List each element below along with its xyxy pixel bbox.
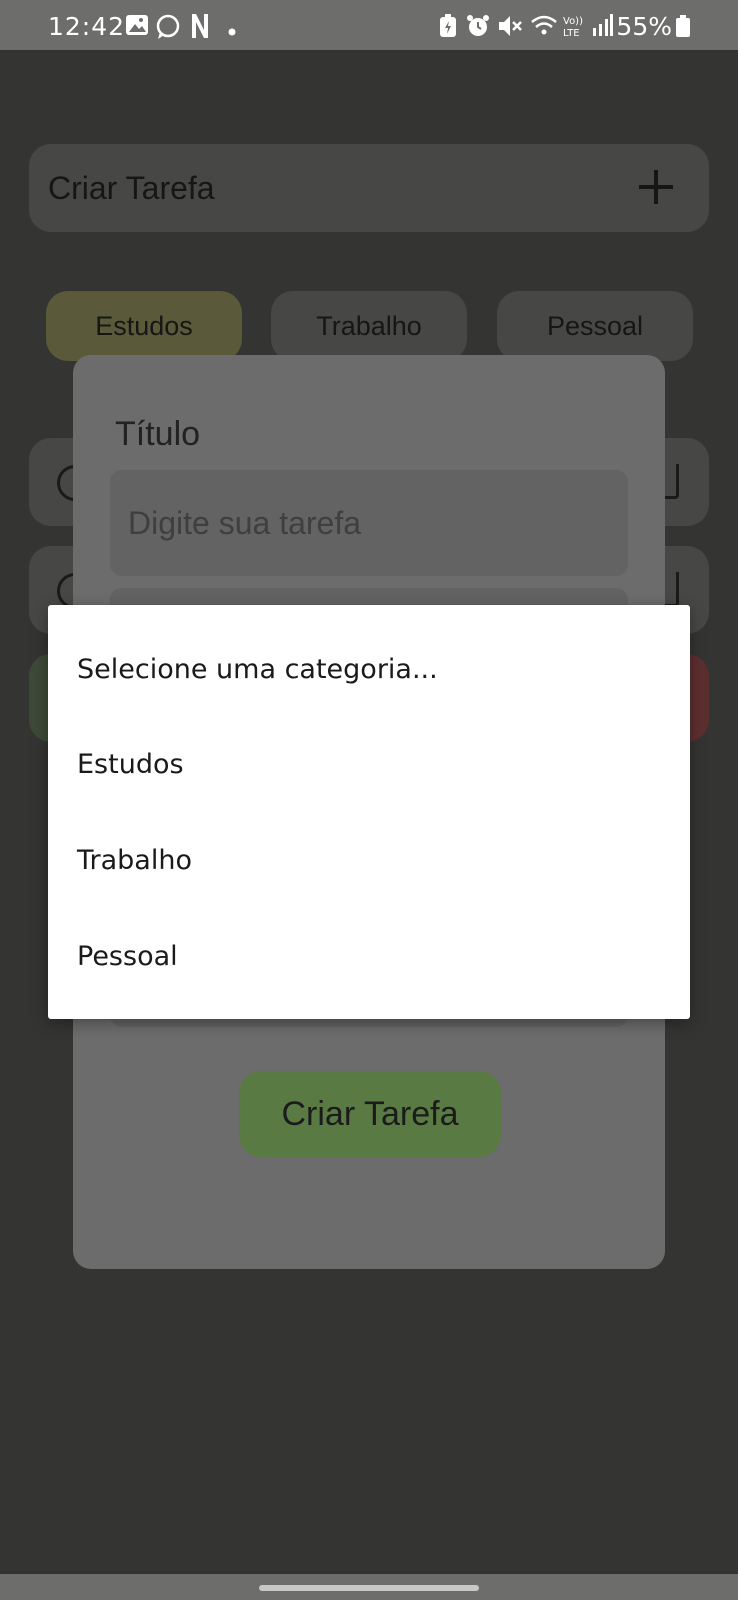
- dropdown-option-pessoal[interactable]: Pessoal: [77, 927, 677, 987]
- create-task-bar[interactable]: Criar Tarefa: [29, 144, 709, 232]
- home-gesture-handle[interactable]: [259, 1585, 479, 1591]
- battery-icon: [676, 15, 690, 37]
- signal-icon: [593, 14, 613, 36]
- dot-icon: [228, 28, 236, 36]
- navigation-bar: [0, 1574, 738, 1600]
- category-chip-estudos[interactable]: Estudos: [46, 291, 242, 361]
- whatsapp-icon: [156, 14, 180, 39]
- category-chip-pessoal[interactable]: Pessoal: [497, 291, 693, 361]
- mute-icon: [499, 16, 522, 36]
- svg-text:LTE: LTE: [563, 28, 580, 38]
- create-task-label: Criar Tarefa: [48, 170, 215, 206]
- wifi-icon: [531, 15, 557, 35]
- plus-icon[interactable]: [639, 170, 673, 204]
- battery-saver-icon: [440, 14, 456, 37]
- status-time: 12:42: [48, 12, 126, 41]
- volte-icon: Vo)) LTE: [563, 16, 583, 38]
- dropdown-option-placeholder[interactable]: Selecione uma categoria...: [77, 640, 677, 700]
- dropdown-option-estudos[interactable]: Estudos: [77, 735, 677, 795]
- netflix-icon: [192, 14, 208, 38]
- svg-text:Vo)): Vo)): [563, 16, 583, 27]
- status-bar: 12:42 Vo)) LTE 55%: [0, 0, 738, 50]
- alarm-icon: [467, 15, 489, 36]
- category-dropdown: Selecione uma categoria... Estudos Traba…: [48, 605, 690, 1019]
- battery-percentage: 55%: [616, 12, 672, 41]
- create-task-button[interactable]: Criar Tarefa: [239, 1071, 501, 1157]
- title-label: Título: [115, 415, 201, 453]
- dropdown-option-trabalho[interactable]: Trabalho: [77, 831, 677, 891]
- gallery-icon: [126, 15, 148, 35]
- title-input[interactable]: [110, 470, 628, 576]
- category-chip-trabalho[interactable]: Trabalho: [271, 291, 467, 361]
